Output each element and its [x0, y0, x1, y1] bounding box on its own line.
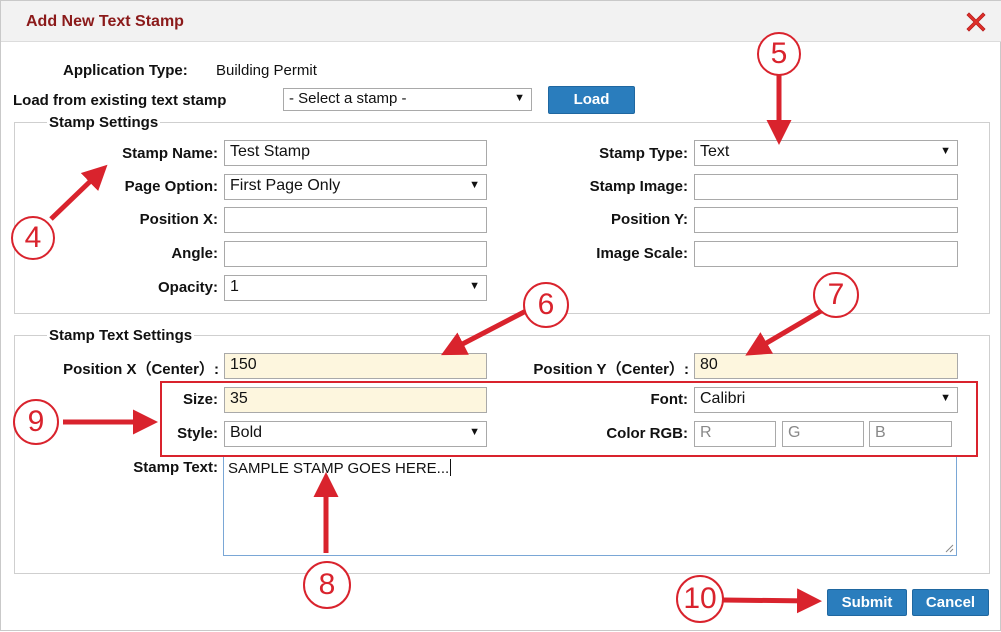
- stamp-text-area[interactable]: SAMPLE STAMP GOES HERE...: [223, 455, 957, 556]
- stamp-select[interactable]: - Select a stamp - ▼: [283, 88, 532, 111]
- stamp-image-input[interactable]: [694, 174, 958, 200]
- angle-input[interactable]: [224, 241, 487, 267]
- page-option-label: Page Option:: [124, 178, 218, 195]
- close-icon[interactable]: [963, 9, 989, 35]
- annotation-10: 10: [676, 575, 724, 623]
- position-y-input[interactable]: [694, 207, 958, 233]
- annotation-6: 6: [523, 282, 569, 328]
- position-x-center-input[interactable]: 150: [224, 353, 487, 379]
- stamp-text-value: SAMPLE STAMP GOES HERE...: [228, 460, 450, 477]
- position-y-label: Position Y:: [611, 211, 688, 228]
- stamp-name-label: Stamp Name:: [122, 145, 218, 162]
- page-option-select[interactable]: First Page Only ▼: [224, 174, 487, 200]
- opacity-label: Opacity:: [157, 279, 218, 296]
- dialog-title: Add New Text Stamp: [26, 13, 184, 30]
- resize-grip-icon[interactable]: [944, 543, 954, 553]
- annotation-8: 8: [303, 561, 351, 609]
- text-caret: [450, 459, 452, 476]
- annotation-4: 4: [11, 216, 55, 260]
- position-x-input[interactable]: [224, 207, 487, 233]
- stamp-settings-legend: Stamp Settings: [47, 114, 161, 131]
- dialog-titlebar: Add New Text Stamp: [1, 1, 1001, 42]
- position-y-center-label: Position Y（Center）:: [533, 361, 689, 378]
- stamp-image-label: Stamp Image:: [589, 178, 688, 195]
- stamp-name-input[interactable]: Test Stamp: [224, 140, 487, 166]
- cancel-button[interactable]: Cancel: [912, 589, 989, 616]
- image-scale-label: Image Scale:: [596, 245, 688, 262]
- annotation-5: 5: [757, 32, 801, 76]
- stamp-text-label: Stamp Text:: [133, 459, 218, 476]
- submit-button[interactable]: Submit: [827, 589, 907, 616]
- arrow-10: [722, 588, 822, 614]
- opacity-value: 1: [230, 278, 239, 295]
- stamp-type-label: Stamp Type:: [599, 145, 688, 162]
- position-x-label: Position X:: [139, 211, 218, 228]
- page-option-value: First Page Only: [230, 177, 341, 194]
- stamp-type-select[interactable]: Text ▼: [694, 140, 958, 166]
- stamp-text-settings-legend: Stamp Text Settings: [47, 327, 195, 344]
- stamp-type-value: Text: [700, 143, 730, 160]
- chevron-down-icon: ▼: [940, 145, 951, 157]
- chevron-down-icon: ▼: [469, 179, 480, 191]
- image-scale-input[interactable]: [694, 241, 958, 267]
- chevron-down-icon: ▼: [469, 280, 480, 292]
- application-type-value: Building Permit: [216, 62, 317, 79]
- angle-label: Angle:: [171, 245, 218, 262]
- load-button[interactable]: Load: [548, 86, 635, 114]
- position-y-center-input[interactable]: 80: [694, 353, 958, 379]
- opacity-select[interactable]: 1 ▼: [224, 275, 487, 301]
- load-existing-label: Load from existing text stamp: [13, 92, 227, 109]
- application-type-label: Application Type:: [63, 62, 188, 79]
- highlight-box: [160, 381, 978, 457]
- annotation-9: 9: [13, 399, 59, 445]
- chevron-down-icon: ▼: [514, 92, 525, 104]
- stamp-select-value: - Select a stamp -: [289, 90, 407, 107]
- add-text-stamp-dialog: Add New Text Stamp Application Type: Bui…: [0, 0, 1001, 631]
- position-x-center-label: Position X（Center）:: [63, 361, 219, 378]
- annotation-7: 7: [813, 272, 859, 318]
